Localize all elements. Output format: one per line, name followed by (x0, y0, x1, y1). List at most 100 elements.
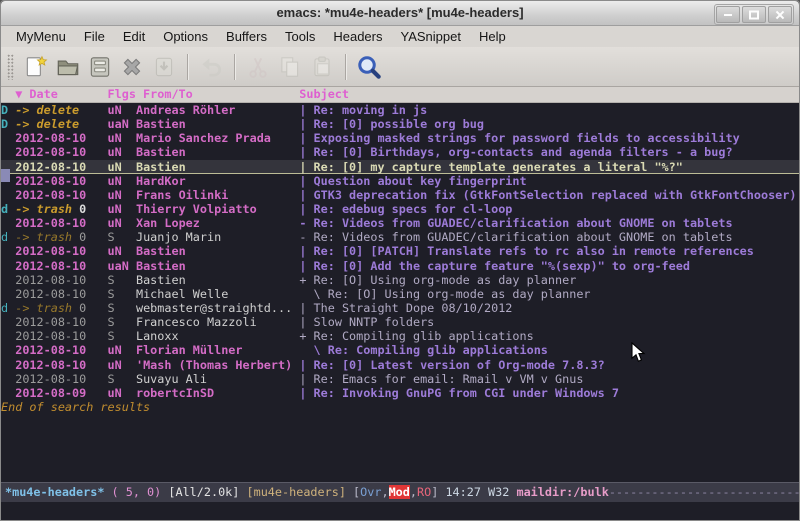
date-field: 2012-08-10 (15, 273, 86, 287)
date-field: -> delete (15, 117, 86, 131)
message-row[interactable]: d -> trash 0 S Juanjo Marin - Re: Videos… (1, 230, 799, 244)
message-row[interactable]: 2012-08-10 uN 'Mash (Thomas Herbert) | R… (1, 358, 799, 372)
close-buffer-icon[interactable] (116, 52, 148, 82)
mark-char (1, 358, 15, 372)
echo-area[interactable] (1, 502, 799, 520)
menu-buffers[interactable]: Buffers (217, 27, 276, 46)
menu-yasnippet[interactable]: YASnippet (391, 27, 469, 46)
flags-field: uN (86, 145, 136, 159)
message-row[interactable]: d -> trash 0 S webmaster@straightd... | … (1, 301, 799, 315)
toolbar-grip[interactable] (7, 54, 14, 80)
date-field: 2012-08-10 (15, 372, 86, 386)
message-row[interactable]: 2012-08-10 uN Florian Müllner \ Re: Comp… (1, 343, 799, 357)
flags-field: uaN (86, 117, 136, 131)
flags-field: uN (86, 202, 136, 216)
from-field: robertcInSD (136, 386, 299, 400)
menu-headers[interactable]: Headers (324, 27, 391, 46)
flags-field: uN (86, 216, 136, 230)
flags-field: S (86, 315, 136, 329)
from-field: Lanoxx (136, 329, 299, 343)
modeline-segment-dash: --------------------------- (609, 485, 799, 499)
message-list: D -> delete uN Andreas Röhler | Re: movi… (1, 103, 799, 482)
menu-file[interactable]: File (75, 27, 114, 46)
subject-field: | GTK3 deprecation fix (GtkFontSelection… (299, 188, 796, 202)
menu-tools[interactable]: Tools (276, 27, 324, 46)
flags-field: S (86, 329, 136, 343)
mark-char: D (1, 117, 15, 131)
maximize-icon[interactable] (742, 6, 766, 23)
minimize-icon[interactable] (716, 6, 740, 23)
menu-edit[interactable]: Edit (114, 27, 154, 46)
modeline-segment-dim: [ (346, 485, 360, 499)
toolbar-separator (234, 54, 235, 80)
from-field: Michael Welle (136, 287, 299, 301)
menu-options[interactable]: Options (154, 27, 217, 46)
message-row[interactable]: 2012-08-10 uN Bastien | Re: [0] [PATCH] … (1, 244, 799, 258)
message-row[interactable]: d -> trash 0 uN Thierry Volpiatto | Re: … (1, 202, 799, 216)
message-row[interactable]: 2012-08-10 uN Bastien | Re: [0] Birthday… (1, 145, 799, 159)
mark-char (1, 188, 15, 202)
flags-field: uN (86, 358, 136, 372)
message-row[interactable]: 2012-08-10 uaN Bastien | Re: [0] Add the… (1, 259, 799, 273)
from-field: Bastien (136, 117, 299, 131)
mark-char (1, 386, 15, 400)
open-folder-icon[interactable] (52, 52, 84, 82)
flags-field: S (86, 273, 136, 287)
save-icon[interactable] (84, 52, 116, 82)
message-row[interactable]: D -> delete uN Andreas Röhler | Re: movi… (1, 103, 799, 117)
subject-field: | Re: [0] Latest version of Org-mode 7.8… (299, 358, 604, 372)
subject-field: | Re: Emacs for email: Rmail v VM v Gnus (299, 372, 583, 386)
date-field: -> trash (15, 230, 79, 244)
message-row[interactable]: 2012-08-09 uN robertcInSD | Re: Invoking… (1, 386, 799, 400)
modeline-segment-dim: , (381, 485, 388, 499)
new-file-icon[interactable] (20, 52, 52, 82)
message-row[interactable]: 2012-08-10 uN Bastien | Re: [0] my captu… (1, 160, 799, 174)
message-row[interactable]: 2012-08-10 uN Mario Sanchez Prada | Expo… (1, 131, 799, 145)
modeline-segment-dim: ] (431, 485, 445, 499)
subject-field: \ Re: Compiling glib applications (299, 343, 548, 357)
from-field: Bastien (136, 160, 299, 174)
modeline-segment-dim (239, 485, 246, 499)
date-field: 2012-08-10 (15, 343, 86, 357)
title-bar[interactable]: emacs: *mu4e-headers* [mu4e-headers] (1, 1, 799, 26)
undo-icon (195, 52, 227, 82)
menu-help[interactable]: Help (470, 27, 515, 46)
subject-field: | Re: Invoking GnuPG from CGI under Wind… (299, 386, 619, 400)
mark-char (1, 145, 15, 159)
subject-field: | Slow NNTP folders (299, 315, 434, 329)
message-row[interactable]: 2012-08-10 S Bastien + Re: [O] Using org… (1, 273, 799, 287)
from-field: Thierry Volpiatto (136, 202, 299, 216)
message-row[interactable]: 2012-08-10 uN Frans Oilinki | GTK3 depre… (1, 188, 799, 202)
mode-line[interactable]: *mu4e-headers* ( 5, 0) [All/2.0k] [mu4e-… (1, 482, 799, 502)
search-icon[interactable] (353, 52, 385, 82)
date-field: -> trash (15, 301, 79, 315)
subject-field: | Re: moving in js (299, 103, 427, 117)
subject-field: | Re: [0] my capture template generates … (299, 160, 683, 174)
headers-column-header[interactable]: ▼ Date Flgs From/To Subject (1, 87, 799, 103)
subject-field: - Re: Videos from GUADEC/clarification a… (299, 216, 732, 230)
from-field: Suvayu Ali (136, 372, 299, 386)
mark-char: d (1, 230, 15, 244)
message-row[interactable]: 2012-08-10 S Suvayu Ali | Re: Emacs for … (1, 372, 799, 386)
message-row[interactable]: 2012-08-10 uN HardKor | Question about k… (1, 174, 799, 188)
message-row[interactable]: 2012-08-10 uN Xan Lopez - Re: Videos fro… (1, 216, 799, 230)
modeline-segment-time: 14:27 W32 (445, 485, 516, 499)
message-row[interactable]: 2012-08-10 S Lanoxx + Re: Compiling glib… (1, 329, 799, 343)
flags-field: uN (86, 244, 136, 258)
message-row[interactable]: 2012-08-10 S Michael Welle \ Re: [O] Usi… (1, 287, 799, 301)
date-field: 2012-08-10 (15, 329, 86, 343)
from-field: Frans Oilinki (136, 188, 299, 202)
window-controls (714, 4, 794, 25)
subject-field: \ Re: [O] Using org-mode as day planner (299, 287, 590, 301)
close-icon[interactable] (768, 6, 792, 23)
flags-field: S (86, 287, 136, 301)
menu-mymenu[interactable]: MyMenu (7, 27, 75, 46)
subject-field: + Re: [O] Using org-mode as day planner (299, 273, 576, 287)
from-field: webmaster@straightd... (136, 301, 299, 315)
message-row[interactable]: D -> delete uaN Bastien | Re: [0] possib… (1, 117, 799, 131)
from-field: Bastien (136, 273, 299, 287)
date-field: 2012-08-10 (15, 358, 86, 372)
message-row[interactable]: 2012-08-10 S Francesco Mazzoli | Slow NN… (1, 315, 799, 329)
subject-field: | Re: [0] possible org bug (299, 117, 484, 131)
mark-char: D (1, 103, 15, 117)
